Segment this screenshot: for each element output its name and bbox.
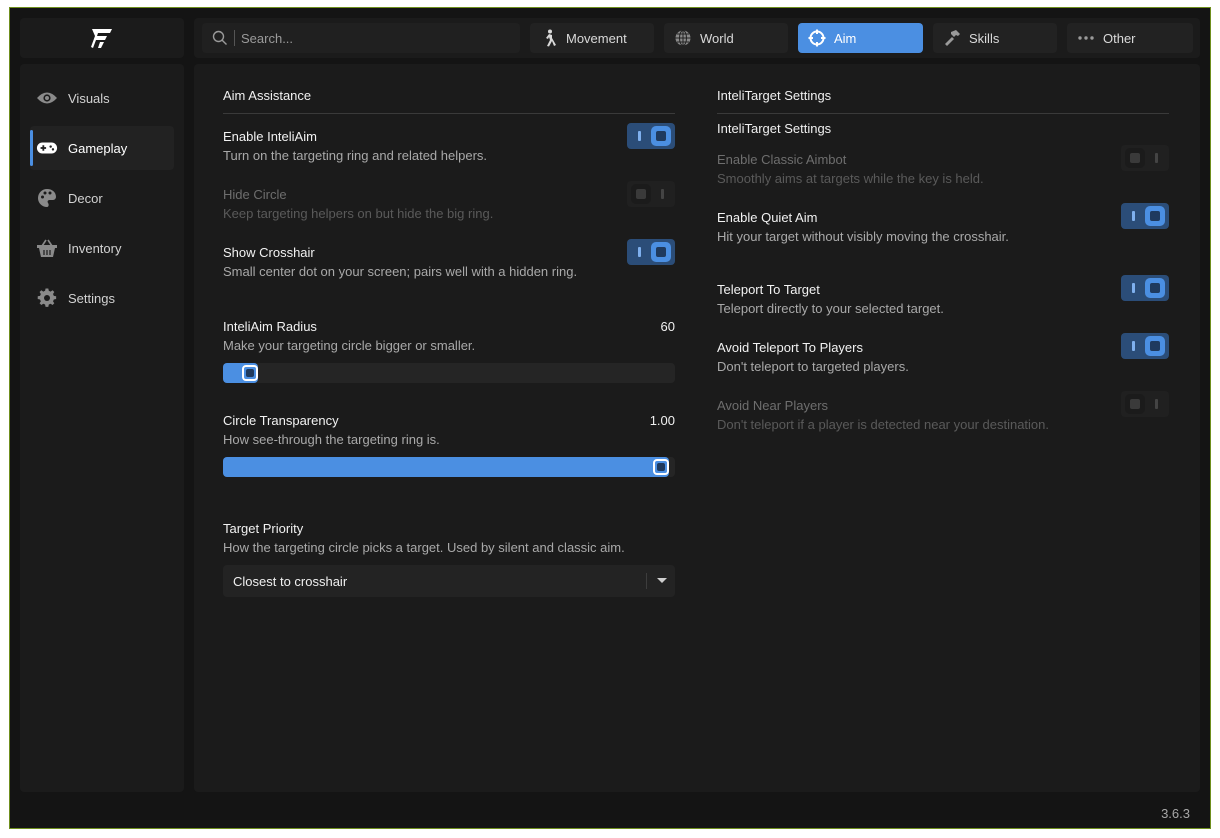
sidebar-item-gameplay[interactable]: Gameplay xyxy=(30,126,174,170)
option-label: Circle Transparency xyxy=(223,413,339,428)
tab-label: Other xyxy=(1103,30,1136,46)
tab-world[interactable]: World xyxy=(664,23,788,53)
circle-transparency-slider[interactable] xyxy=(223,457,675,477)
option-description: Don't teleport if a player is detected n… xyxy=(717,417,1050,432)
ellipsis-icon xyxy=(1077,29,1095,47)
option-label: Teleport To Target xyxy=(717,282,820,297)
slider-value: 60 xyxy=(660,319,675,334)
sidebar-item-label: Visuals xyxy=(68,90,110,106)
slider-thumb[interactable] xyxy=(242,365,259,381)
search-separator xyxy=(234,30,235,46)
tab-label: Movement xyxy=(566,30,627,46)
gamepad-icon xyxy=(36,137,58,159)
sidebar-item-inventory[interactable]: Inventory xyxy=(30,226,174,270)
option-description: Small center dot on your screen; pairs w… xyxy=(223,264,578,279)
slider-fill xyxy=(223,457,669,477)
section-title-aim-assistance: Aim Assistance xyxy=(223,88,312,103)
enable-quiet-aim-toggle[interactable] xyxy=(1121,203,1169,229)
section-subtitle-intelitarget: InteliTarget Settings xyxy=(717,121,832,136)
option-description: How see-through the targeting ring is. xyxy=(223,432,440,447)
show-crosshair-toggle[interactable] xyxy=(627,239,675,265)
search-input[interactable] xyxy=(241,30,501,46)
crosshair-icon xyxy=(808,29,826,47)
tab-label: World xyxy=(700,30,734,46)
teleport-to-target-toggle[interactable] xyxy=(1121,275,1169,301)
sidebar-item-settings[interactable]: Settings xyxy=(30,276,174,320)
sidebar-item-visuals[interactable]: Visuals xyxy=(30,76,174,120)
section-divider xyxy=(717,113,1169,114)
option-description: Teleport directly to your selected targe… xyxy=(717,301,944,316)
brand-logo-icon xyxy=(91,29,112,48)
dropdown-selected-value: Closest to crosshair xyxy=(233,573,348,589)
option-label: Enable Classic Aimbot xyxy=(717,152,847,167)
avoid-near-players-toggle[interactable] xyxy=(1121,391,1169,417)
option-description: Hit your target without visibly moving t… xyxy=(717,229,1009,244)
version-label: 3.6.3 xyxy=(1161,806,1190,821)
search-box[interactable] xyxy=(202,23,520,53)
search-icon xyxy=(212,30,227,45)
option-label: Avoid Teleport To Players xyxy=(717,340,863,355)
logo xyxy=(20,18,184,58)
hammer-icon xyxy=(943,29,961,47)
app-window: Movement World Aim Skills Other xyxy=(9,7,1211,829)
hide-circle-toggle[interactable] xyxy=(627,181,675,207)
footer: 3.6.3 xyxy=(10,798,1210,828)
tab-aim[interactable]: Aim xyxy=(798,23,923,53)
main-panel: Aim Assistance Enable InteliAim Turn on … xyxy=(194,64,1200,792)
tab-label: Aim xyxy=(834,30,857,46)
option-label: Avoid Near Players xyxy=(717,398,829,413)
basket-icon xyxy=(36,237,58,259)
option-description: Make your targeting circle bigger or sma… xyxy=(223,338,476,353)
inteliaim-radius-slider[interactable] xyxy=(223,363,675,383)
option-description: Keep targeting helpers on but hide the b… xyxy=(223,206,494,221)
tab-label: Skills xyxy=(969,30,1000,46)
target-priority-dropdown[interactable]: Closest to crosshair xyxy=(223,565,675,597)
walking-person-icon xyxy=(540,29,558,47)
sidebar-item-label: Decor xyxy=(68,190,103,206)
avoid-teleport-to-players-toggle[interactable] xyxy=(1121,333,1169,359)
option-label: Enable Quiet Aim xyxy=(717,210,818,225)
tab-skills[interactable]: Skills xyxy=(933,23,1057,53)
globe-icon xyxy=(674,29,692,47)
option-label: Hide Circle xyxy=(223,187,287,202)
slider-value: 1.00 xyxy=(649,413,675,428)
sidebar-item-label: Inventory xyxy=(68,240,122,256)
option-label: Show Crosshair xyxy=(223,245,315,260)
enable-inteliaim-toggle[interactable] xyxy=(627,123,675,149)
chevron-down-icon[interactable] xyxy=(657,578,667,583)
sidebar-item-decor[interactable]: Decor xyxy=(30,176,174,220)
option-label: Enable InteliAim xyxy=(223,129,317,144)
tab-other[interactable]: Other xyxy=(1067,23,1193,53)
tab-movement[interactable]: Movement xyxy=(530,23,654,53)
enable-classic-aimbot-toggle[interactable] xyxy=(1121,145,1169,171)
dropdown-separator xyxy=(646,573,647,589)
section-divider xyxy=(223,113,675,114)
option-description: Smoothly aims at targets while the key i… xyxy=(717,171,984,186)
option-description: Don't teleport to targeted players. xyxy=(717,359,909,374)
top-bar: Movement World Aim Skills Other xyxy=(194,18,1200,58)
option-label: InteliAim Radius xyxy=(223,319,317,334)
palette-icon xyxy=(36,187,58,209)
sidebar-item-label: Settings xyxy=(68,290,115,306)
gear-icon xyxy=(36,287,58,309)
slider-thumb[interactable] xyxy=(653,459,669,475)
option-description: Turn on the targeting ring and related h… xyxy=(223,148,488,163)
option-label: Target Priority xyxy=(223,521,304,536)
eye-icon xyxy=(36,87,58,109)
sidebar: Visuals Gameplay Decor Inventory Setting… xyxy=(20,64,184,792)
section-title-intelitarget: InteliTarget Settings xyxy=(717,88,832,103)
sidebar-item-label: Gameplay xyxy=(68,140,128,156)
option-description: How the targeting circle picks a target.… xyxy=(223,540,625,555)
